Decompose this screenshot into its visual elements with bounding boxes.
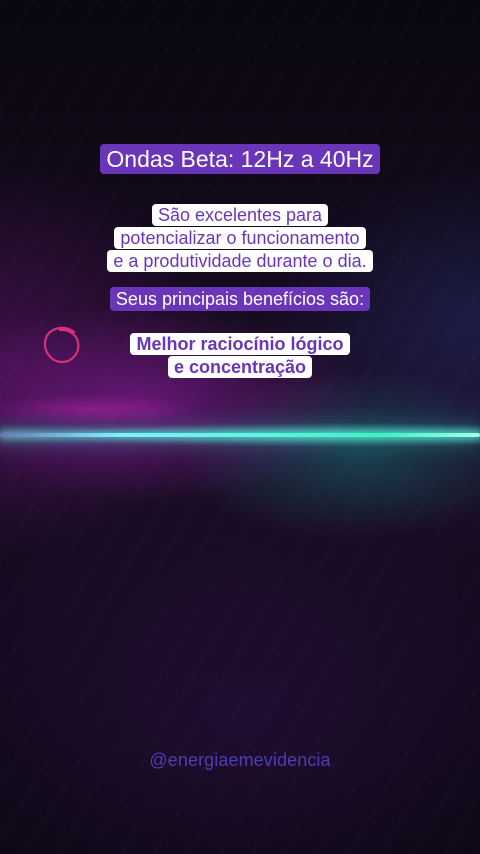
background: Ondas Beta: 12Hz a 40Hz São excelentes p… xyxy=(0,0,480,854)
laser-line xyxy=(0,433,480,437)
pink-flare xyxy=(0,385,220,425)
title-block: Ondas Beta: 12Hz a 40Hz xyxy=(0,142,480,177)
benefits-intro: Seus principais benefícios são: xyxy=(109,287,371,311)
benefit-line-2: e concentração xyxy=(167,356,313,378)
description-line-2: potencializar o funcionamento xyxy=(114,227,366,249)
benefits-intro-block: Seus principais benefícios são: xyxy=(0,286,480,313)
benefit-block: Melhor raciocínio lógico e concentração xyxy=(0,333,480,379)
description-line-1: São excelentes para xyxy=(151,204,329,226)
benefit-line-1: Melhor raciocínio lógico xyxy=(130,333,350,355)
social-handle: @energiaemevidencia xyxy=(149,750,331,770)
page-title: Ondas Beta: 12Hz a 40Hz xyxy=(100,144,380,174)
description-block: São excelentes para potencializar o func… xyxy=(0,204,480,273)
description-line-3: e a produtividade durante o dia. xyxy=(107,250,373,272)
